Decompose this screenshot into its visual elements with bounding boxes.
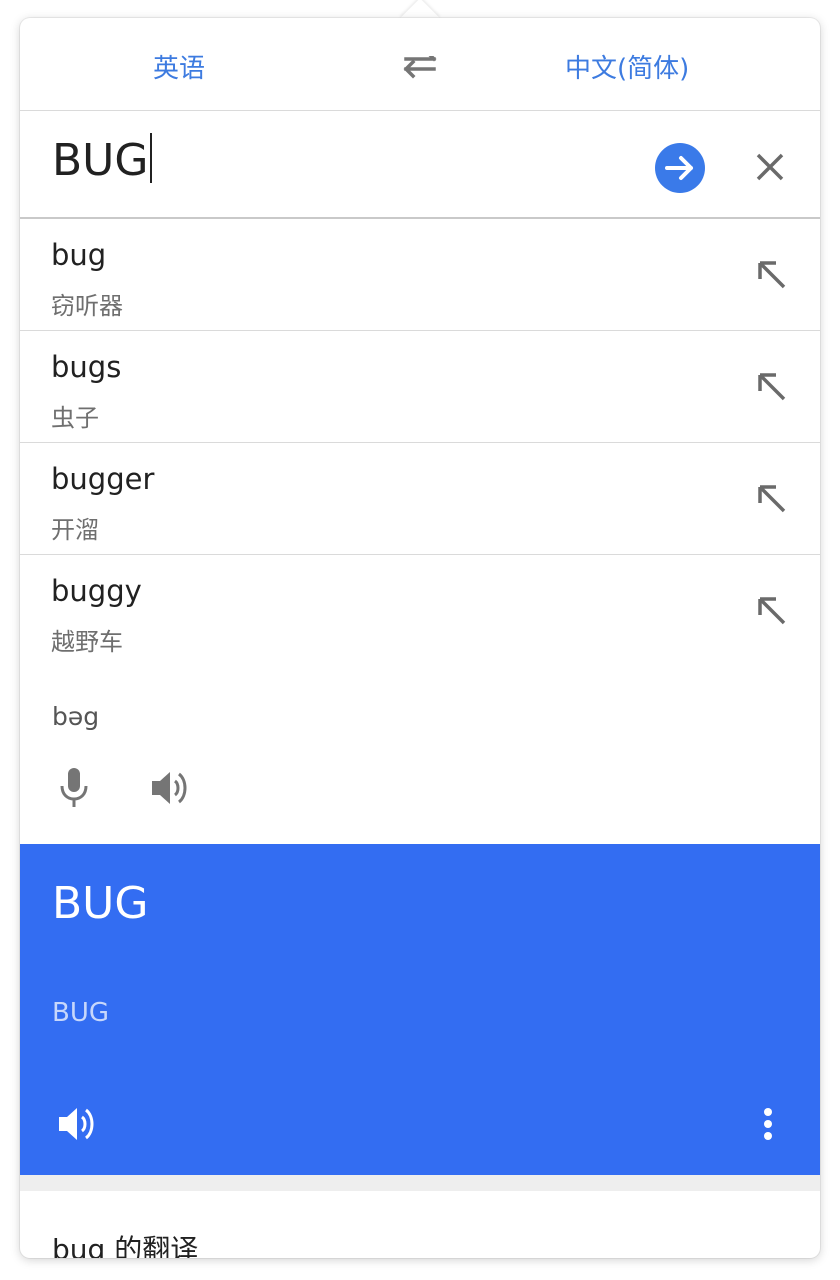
translation-result-card: BUG BUG <box>20 844 820 1175</box>
insert-suggestion-button[interactable] <box>754 481 790 517</box>
suggestion-translation: 虫子 <box>51 404 99 432</box>
target-language-button[interactable]: 中文(简体) <box>565 48 689 85</box>
arrow-up-left-icon <box>758 261 786 289</box>
phonetic-text: bəg <box>52 702 100 731</box>
clear-input-button[interactable] <box>750 147 790 187</box>
voice-input-button[interactable] <box>54 766 94 810</box>
suggestion-translation: 开溜 <box>51 516 99 544</box>
translation-romanization: BUG <box>52 998 110 1028</box>
source-text-input[interactable]: BUG <box>52 133 152 186</box>
speaker-icon <box>152 772 187 804</box>
microphone-icon <box>60 768 88 807</box>
arrow-up-left-icon <box>758 597 786 625</box>
input-row: BUG <box>20 111 820 219</box>
speaker-icon <box>59 1108 94 1140</box>
suggestion-word: bug <box>51 238 107 272</box>
text-cursor <box>149 133 152 183</box>
arrow-up-left-icon <box>758 485 786 513</box>
suggestion-word: buggy <box>51 574 142 608</box>
suggestion-word: bugs <box>51 350 122 384</box>
translate-popup: 英语 中文(简体) BUG bug 窃听器 bugs 虫子 bugger 开溜 … <box>20 18 820 1258</box>
insert-suggestion-button[interactable] <box>754 593 790 629</box>
arrow-up-left-icon <box>758 373 786 401</box>
arrow-right-icon <box>665 156 693 180</box>
more-vertical-icon <box>764 1108 772 1140</box>
listen-source-button[interactable] <box>148 766 196 810</box>
suggestion-translation: 越野车 <box>51 628 123 656</box>
listen-translation-button[interactable] <box>56 1102 102 1146</box>
insert-suggestion-button[interactable] <box>754 369 790 405</box>
suggestion-list: bug 窃听器 bugs 虫子 bugger 开溜 buggy 越野车 <box>20 219 820 666</box>
source-text-value: BUG <box>52 135 149 186</box>
source-language-button[interactable]: 英语 <box>153 48 205 85</box>
suggestion-item[interactable]: bugs 虫子 <box>20 331 820 443</box>
language-bar: 英语 中文(简体) <box>20 18 820 111</box>
more-options-button[interactable] <box>756 1102 780 1146</box>
suggestion-item[interactable]: bugger 开溜 <box>20 443 820 555</box>
suggestion-translation: 窃听器 <box>51 292 123 320</box>
suggestion-item[interactable]: buggy 越野车 <box>20 555 820 666</box>
close-icon <box>756 153 784 181</box>
translations-section-title: bug 的翻译 <box>52 1233 199 1258</box>
suggestion-word: bugger <box>51 462 155 496</box>
translation-text: BUG <box>52 878 149 929</box>
suggestion-item[interactable]: bug 窃听器 <box>20 219 820 331</box>
caret-cover <box>416 36 464 56</box>
section-divider <box>20 1175 820 1191</box>
insert-suggestion-button[interactable] <box>754 257 790 293</box>
translate-go-button[interactable] <box>655 143 705 193</box>
